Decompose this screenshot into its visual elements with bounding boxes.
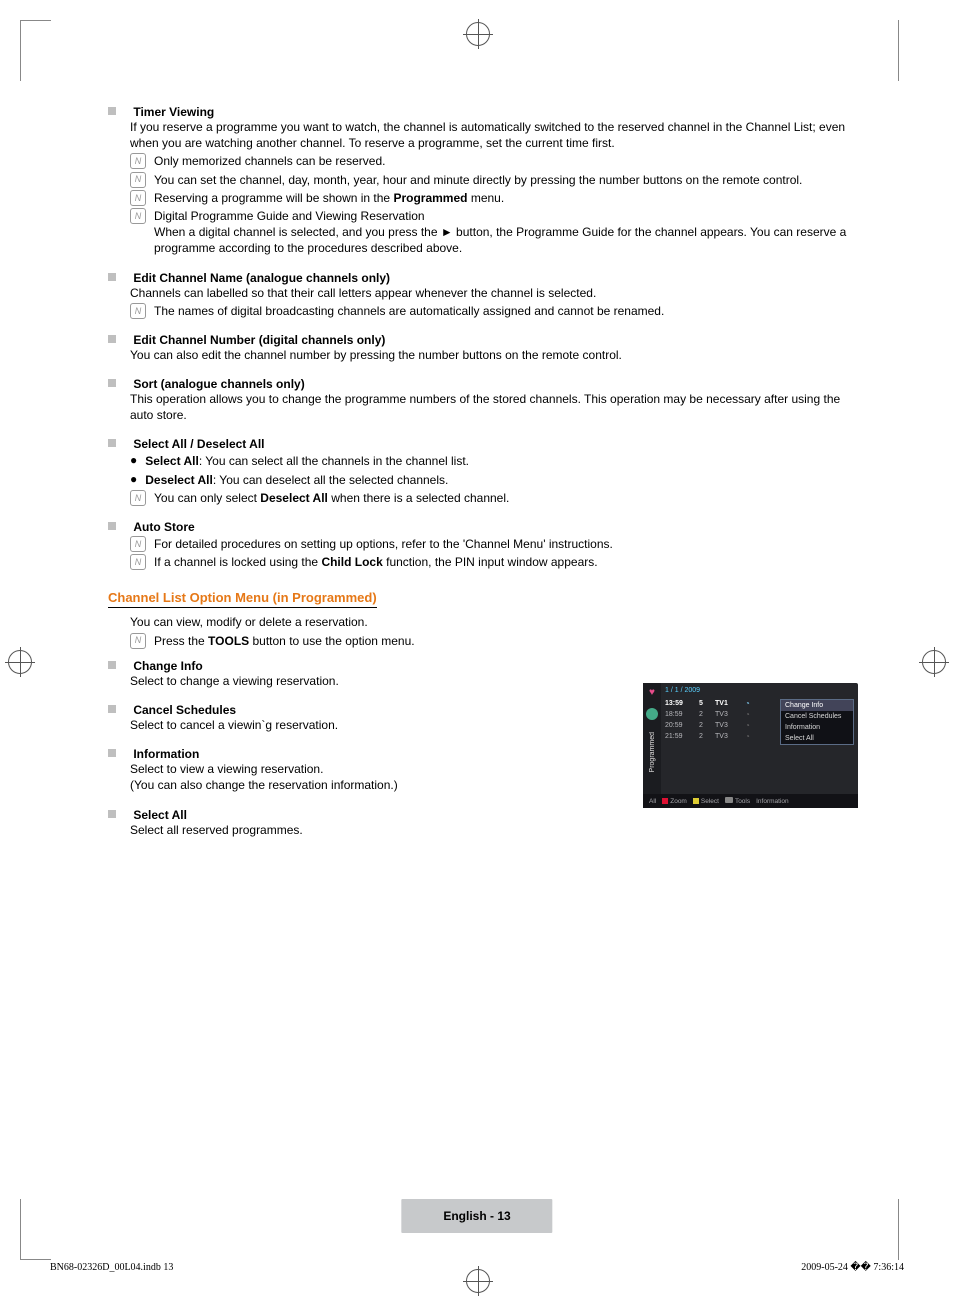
registration-mark-icon	[466, 1269, 490, 1293]
section-auto-store: Auto Store For detailed procedures on se…	[108, 520, 858, 570]
section-title: Cancel Schedules	[133, 703, 236, 717]
registration-mark-icon	[922, 650, 946, 674]
body-text: Select all reserved programmes.	[130, 822, 858, 838]
note-text: If a channel is locked using the Child L…	[154, 554, 858, 570]
main-content: Timer Viewing If you reserve a programme…	[108, 105, 858, 852]
footer-timestamp: 2009-05-24 �� 7:36:14	[801, 1262, 904, 1273]
square-bullet-icon	[108, 107, 116, 115]
section-title: Edit Channel Name (analogue channels onl…	[133, 271, 390, 285]
osd-legend-bar: All Zoom Select Tools Information	[643, 794, 858, 808]
tools-icon	[725, 797, 733, 803]
note-text: Only memorized channels can be reserved.	[154, 153, 858, 169]
yellow-square-icon	[693, 798, 699, 804]
section-sort: Sort (analogue channels only) This opera…	[108, 377, 858, 423]
square-bullet-icon	[108, 705, 116, 713]
body-text: If you reserve a programme you want to w…	[130, 119, 858, 151]
list-item: Deselect All: You can deselect all the s…	[145, 472, 448, 488]
note-text: The names of digital broadcasting channe…	[154, 303, 858, 319]
osd-sidebar: ♥ Programmed	[643, 683, 661, 794]
section-timer-viewing: Timer Viewing If you reserve a programme…	[108, 105, 858, 257]
note-icon	[130, 490, 146, 506]
legend-all: All	[649, 798, 656, 805]
osd-popup-menu: Change Info Cancel Schedules Information…	[780, 699, 854, 745]
section-select-all: Select All / Deselect All ● Select All: Y…	[108, 437, 858, 506]
legend-zoom: Zoom	[662, 798, 687, 805]
note-text: You can set the channel, day, month, yea…	[154, 172, 858, 188]
body-text: You can also edit the channel number by …	[130, 347, 858, 363]
section-select-all-2: Select All Select all reserved programme…	[108, 808, 858, 838]
section-edit-channel-name: Edit Channel Name (analogue channels onl…	[108, 271, 858, 319]
body-text: You can view, modify or delete a reserva…	[130, 614, 858, 630]
square-bullet-icon	[108, 522, 116, 530]
square-bullet-icon	[108, 439, 116, 447]
section-title: Edit Channel Number (digital channels on…	[133, 333, 385, 347]
subsection-heading-wrap: Channel List Option Menu (in Programmed)	[108, 590, 858, 614]
bullet-icon: ●	[130, 472, 137, 486]
note-icon	[130, 554, 146, 570]
note-text: Press the TOOLS button to use the option…	[154, 633, 858, 649]
osd-sidebar-label: Programmed	[649, 730, 656, 774]
red-square-icon	[662, 798, 668, 804]
section-title: Select All / Deselect All	[133, 437, 264, 451]
osd-menu-item: Select All	[781, 733, 853, 744]
body-text: Channels can labelled so that their call…	[130, 285, 858, 301]
clock-icon: ◔	[745, 721, 750, 730]
note-icon	[130, 536, 146, 552]
square-bullet-icon	[108, 661, 116, 669]
page: Timer Viewing If you reserve a programme…	[0, 0, 954, 1315]
section-title: Timer Viewing	[133, 105, 214, 119]
section-title: Information	[133, 747, 199, 761]
square-bullet-icon	[108, 273, 116, 281]
section-title: Auto Store	[133, 520, 194, 534]
registration-mark-icon	[8, 650, 32, 674]
footer-filename: BN68-02326D_00L04.indb 13	[50, 1262, 173, 1273]
legend-tools: Tools	[725, 797, 750, 805]
globe-icon	[646, 708, 658, 720]
note-icon	[130, 208, 146, 224]
note-text: Digital Programme Guide and Viewing Rese…	[154, 208, 858, 257]
note-text: You can only select Deselect All when th…	[154, 490, 858, 506]
crop-mark	[898, 20, 899, 81]
note-text: Reserving a programme will be shown in t…	[154, 190, 858, 206]
osd-date: 1 / 1 / 2009	[661, 687, 854, 694]
note-icon	[130, 303, 146, 319]
section-edit-channel-number: Edit Channel Number (digital channels on…	[108, 333, 858, 363]
subsection-heading: Channel List Option Menu (in Programmed)	[108, 590, 377, 608]
crop-mark	[20, 1199, 51, 1260]
note-icon	[130, 153, 146, 169]
section-title: Change Info	[133, 659, 202, 673]
square-bullet-icon	[108, 810, 116, 818]
bullet-icon: ●	[130, 453, 137, 467]
clock-icon: ◔	[745, 710, 750, 719]
clock-icon: ◔	[745, 699, 750, 708]
square-bullet-icon	[108, 749, 116, 757]
note-icon	[130, 633, 146, 649]
clock-icon: ◔	[745, 732, 750, 741]
osd-menu-item: Cancel Schedules	[781, 711, 853, 722]
square-bullet-icon	[108, 335, 116, 343]
legend-info: Information	[756, 798, 789, 805]
page-number: English - 13	[401, 1199, 552, 1233]
square-bullet-icon	[108, 379, 116, 387]
osd-menu-item: Change Info	[781, 700, 853, 711]
body-text: This operation allows you to change the …	[130, 391, 858, 423]
section-title: Select All	[133, 808, 187, 822]
osd-screenshot: ♥ Programmed 1 / 1 / 2009 13:59 5 TV1 ◔ …	[643, 683, 858, 808]
crop-mark	[20, 20, 51, 81]
legend-select: Select	[693, 798, 719, 805]
registration-mark-icon	[466, 22, 490, 46]
section-title: Sort (analogue channels only)	[133, 377, 304, 391]
note-icon	[130, 172, 146, 188]
heart-icon: ♥	[649, 687, 655, 698]
note-text: For detailed procedures on setting up op…	[154, 536, 858, 552]
crop-mark	[898, 1199, 899, 1260]
osd-menu-item: Information	[781, 722, 853, 733]
list-item: Select All: You can select all the chann…	[145, 453, 469, 469]
note-icon	[130, 190, 146, 206]
